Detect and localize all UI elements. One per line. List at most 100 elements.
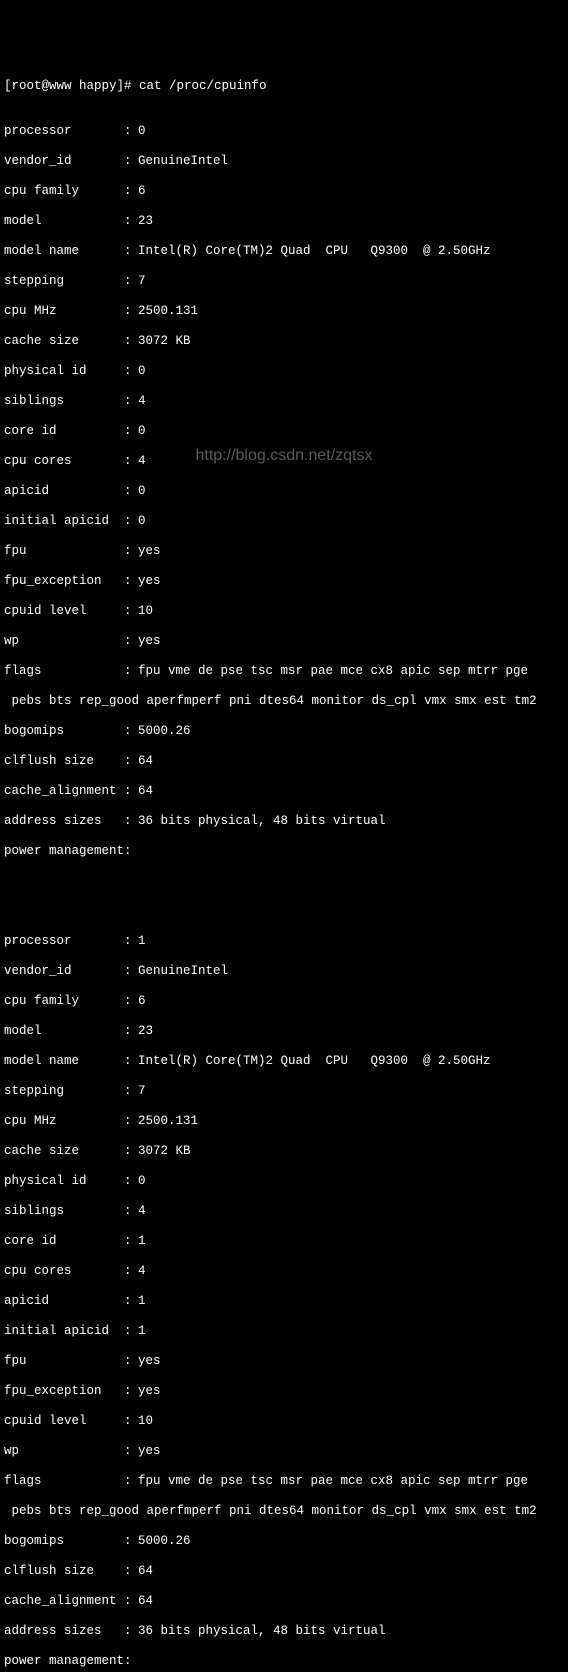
field-sep: : [124,1294,138,1309]
field-label: cpu cores [4,454,124,469]
field-value: yes [138,1444,161,1459]
field-label: cpu family [4,184,124,199]
field-value: 23 [138,1024,153,1039]
field-sep: : [124,1204,138,1219]
cpuinfo-row: address sizes:36 bits physical, 48 bits … [4,814,564,829]
field-value: 7 [138,274,146,289]
field-value: GenuineIntel [138,154,228,169]
cpuinfo-row: cpu MHz:2500.131 [4,304,564,319]
field-value: 1 [138,1294,146,1309]
cpuinfo-row: initial apicid:1 [4,1324,564,1339]
field-value: 4 [138,1204,146,1219]
field-label: flags [4,664,124,679]
field-sep: : [124,1534,138,1549]
field-label: clflush size [4,1564,124,1579]
cpuinfo-row: siblings:4 [4,1204,564,1219]
cpuinfo-row: bogomips:5000.26 [4,724,564,739]
field-sep: : [124,364,138,379]
cpuinfo-row-cont: pebs bts rep_good aperfmperf pni dtes64 … [4,694,564,709]
field-label: siblings [4,394,124,409]
field-label: vendor_id [4,154,124,169]
field-sep: : [124,424,138,439]
cpuinfo-row: processor:0 [4,124,564,139]
field-sep: : [124,994,138,1009]
field-value: 36 bits physical, 48 bits virtual [138,814,386,829]
field-label: processor [4,124,124,139]
field-sep: : [124,1354,138,1369]
field-label: fpu_exception [4,1384,124,1399]
field-sep: : [124,544,138,559]
field-label: siblings [4,1204,124,1219]
field-sep: : [124,1054,138,1069]
field-value: 0 [138,364,146,379]
field-label: cpuid level [4,604,124,619]
field-value: 7 [138,1084,146,1099]
field-label: core id [4,424,124,439]
cpuinfo-row: power management: [4,844,564,859]
cpuinfo-row: fpu_exception:yes [4,574,564,589]
field-sep: : [124,1114,138,1129]
field-value: GenuineIntel [138,964,228,979]
field-sep: : [124,1264,138,1279]
field-label: bogomips [4,724,124,739]
field-value: 36 bits physical, 48 bits virtual [138,1624,386,1639]
field-sep: : [124,214,138,229]
field-value: 6 [138,994,146,1009]
cpuinfo-row: cpu cores:4 [4,454,564,469]
field-value: 6 [138,184,146,199]
field-value: 1 [138,1324,146,1339]
field-value: 5000.26 [138,1534,191,1549]
field-label: physical id [4,364,124,379]
cpuinfo-row: physical id:0 [4,364,564,379]
field-label: processor [4,934,124,949]
field-value: 64 [138,754,153,769]
cpuinfo-row: fpu:yes [4,544,564,559]
field-sep: : [124,754,138,769]
field-label: initial apicid [4,514,124,529]
terminal-output: [root@www happy]# cat /proc/cpuinfo proc… [4,64,564,1672]
cpuinfo-row: cpuid level:10 [4,604,564,619]
field-sep: : [124,604,138,619]
cpuinfo-row: clflush size:64 [4,754,564,769]
cpuinfo-row: cache size:3072 KB [4,1144,564,1159]
field-label: cpu family [4,994,124,1009]
field-value: fpu vme de pse tsc msr pae mce cx8 apic … [138,664,528,679]
cpuinfo-row: wp:yes [4,634,564,649]
field-value: 64 [138,784,153,799]
field-label: flags [4,1474,124,1489]
cpuinfo-row: apicid:0 [4,484,564,499]
field-sep: : [124,1084,138,1099]
field-label: initial apicid [4,1324,124,1339]
field-value: 3072 KB [138,334,191,349]
field-label: apicid [4,484,124,499]
cpuinfo-row: cache_alignment:64 [4,1594,564,1609]
cpuinfo-row: clflush size:64 [4,1564,564,1579]
field-value: 0 [138,484,146,499]
field-label: model [4,214,124,229]
field-sep: : [124,724,138,739]
field-sep: : [124,1234,138,1249]
field-label: vendor_id [4,964,124,979]
field-label: stepping [4,274,124,289]
cpuinfo-row: flags:fpu vme de pse tsc msr pae mce cx8… [4,1474,564,1489]
field-value: 3072 KB [138,1144,191,1159]
cpuinfo-row: fpu:yes [4,1354,564,1369]
field-value: 4 [138,1264,146,1279]
field-label: bogomips [4,1534,124,1549]
field-label: fpu [4,544,124,559]
field-value: fpu vme de pse tsc msr pae mce cx8 apic … [138,1474,528,1489]
cpuinfo-row: vendor_id:GenuineIntel [4,964,564,979]
field-value: 4 [138,394,146,409]
cpuinfo-row: model:23 [4,214,564,229]
field-sep: : [124,1144,138,1159]
field-sep: : [124,634,138,649]
field-value: 0 [138,1174,146,1189]
cpuinfo-row: stepping:7 [4,274,564,289]
field-value: 4 [138,454,146,469]
cpuinfo-row: wp:yes [4,1444,564,1459]
cpuinfo-row: stepping:7 [4,1084,564,1099]
field-value: 10 [138,1414,153,1429]
field-value: yes [138,634,161,649]
field-value: Intel(R) Core(TM)2 Quad CPU Q9300 @ 2.50… [138,244,491,259]
field-sep: : [124,1384,138,1399]
